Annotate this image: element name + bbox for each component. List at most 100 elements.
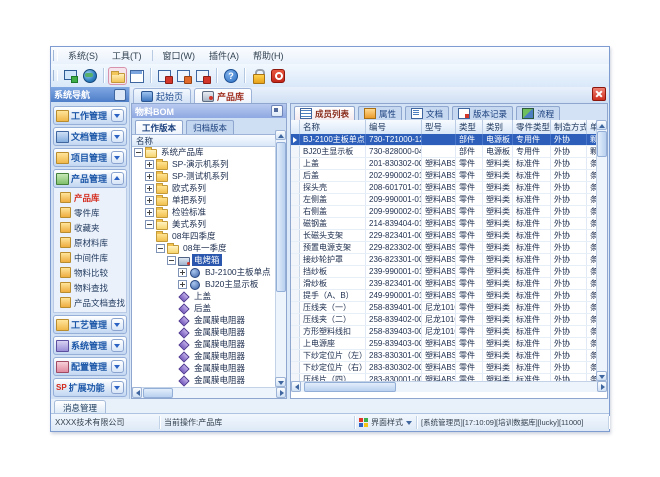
members-tab[interactable]: 成员列表: [294, 106, 355, 120]
table-row[interactable]: 预置电源支架229-823302-00X塑料ABS零件塑料类标准件外协条: [291, 242, 598, 254]
sidebar-group-header[interactable]: 项目管理: [53, 148, 127, 167]
column-header[interactable]: 型号: [422, 120, 456, 134]
sidebar-collapse-button[interactable]: [114, 89, 126, 101]
tree-node[interactable]: 上盖: [132, 290, 275, 302]
menu-item[interactable]: 帮助(H): [246, 48, 291, 63]
column-header[interactable]: 零件类型: [513, 120, 551, 134]
members-tab[interactable]: 文档: [405, 106, 449, 120]
win-note-icon[interactable]: [175, 68, 192, 84]
table-horizontal-scrollbar[interactable]: [291, 381, 607, 392]
table-row[interactable]: 提手（A、B）249-990001-01X塑料ABS零件塑料类标准件外协条: [291, 290, 598, 302]
table-row[interactable]: 压线夹（二）258-839402-00X尼龙1010零件塑料类标准件外协条: [291, 314, 598, 326]
table-row[interactable]: BJ-2100主板单点730-T21000-12X部件电源板专用件外协颗: [291, 134, 598, 146]
sidebar-item[interactable]: 产品库: [54, 190, 126, 205]
tree-node[interactable]: 单把系列: [132, 194, 275, 206]
scroll-down-icon[interactable]: [596, 371, 607, 381]
scroll-left-icon[interactable]: [291, 381, 301, 392]
expander-plus-icon[interactable]: [178, 280, 187, 289]
chevron-down-icon[interactable]: [111, 318, 124, 331]
table-row[interactable]: BJ20主显示板730-828000-04X部件电源板专用件外协颗: [291, 146, 598, 158]
tree-node[interactable]: 08年一季度: [132, 242, 275, 254]
table-row[interactable]: 方形塑料线扣258-839403-00X尼龙1010零件塑料类标准件外协条: [291, 326, 598, 338]
table-row[interactable]: 下纱定位片（右）283-830302-00X塑料ABS零件塑料类标准件外协条: [291, 362, 598, 374]
tree-horizontal-scrollbar[interactable]: [132, 387, 286, 398]
chevron-down-icon[interactable]: [111, 381, 124, 394]
help-icon[interactable]: [222, 68, 239, 84]
chevron-down-icon[interactable]: [111, 360, 124, 373]
scroll-right-icon[interactable]: [276, 387, 286, 398]
sidebar-group-header[interactable]: 工作管理: [53, 106, 127, 125]
scroll-up-icon[interactable]: [275, 130, 286, 140]
tree-node[interactable]: 金属膜电阻器: [132, 374, 275, 386]
bom-tab[interactable]: 工作版本: [135, 120, 183, 134]
menu-item[interactable]: 窗口(W): [156, 48, 203, 63]
table-row[interactable]: 滑纱板239-823401-00X塑料ABS零件塑料类标准件外协条: [291, 278, 598, 290]
chevron-down-icon[interactable]: [111, 130, 124, 143]
scroll-down-icon[interactable]: [275, 377, 286, 387]
chevron-down-icon[interactable]: [111, 109, 124, 122]
sidebar-group-header[interactable]: SP扩展功能: [53, 378, 127, 397]
expander-minus-icon[interactable]: [134, 148, 143, 157]
win-run-icon[interactable]: [194, 68, 211, 84]
table-row[interactable]: 压线夹（一）258-839401-00X尼龙1010零件塑料类标准件外协条: [291, 302, 598, 314]
tree-node[interactable]: 08年四季度: [132, 230, 275, 242]
sidebar-item[interactable]: 原材料库: [54, 235, 126, 250]
sidebar-item[interactable]: 零件库: [54, 205, 126, 220]
tree-vertical-scrollbar[interactable]: [275, 130, 286, 387]
sidebar-group-header[interactable]: 产品管理: [53, 169, 127, 188]
folder-icon[interactable]: [109, 68, 126, 84]
column-header[interactable]: 制造方式: [551, 120, 587, 134]
tree-node[interactable]: 金属膜电阻器: [132, 350, 275, 362]
ui-style-selector[interactable]: 界面样式: [355, 416, 417, 429]
sidebar-item[interactable]: 物料查找: [54, 280, 126, 295]
computer-icon[interactable]: [62, 68, 79, 84]
layout-icon[interactable]: [128, 68, 145, 84]
table-row[interactable]: 挡纱板239-990001-01X塑料ABS零件塑料类标准件外协条: [291, 266, 598, 278]
power-icon[interactable]: [269, 68, 286, 84]
tree-node[interactable]: 美式系列: [132, 218, 275, 230]
column-header[interactable]: 类型: [456, 120, 483, 134]
tree-node[interactable]: 系统产品库: [132, 146, 275, 158]
expander-minus-icon[interactable]: [167, 256, 176, 265]
column-header[interactable]: 名称: [300, 120, 366, 134]
chevron-up-icon[interactable]: [111, 172, 124, 185]
expander-plus-icon[interactable]: [178, 268, 187, 277]
table-hscroll-thumb[interactable]: [304, 382, 396, 392]
chevron-down-icon[interactable]: [111, 339, 124, 352]
table-row[interactable]: 后盖202-990002-01X塑料ABS零件塑料类标准件外协条: [291, 170, 598, 182]
table-row[interactable]: 磁钢盖214-839404-01X塑料ABS零件塑料类标准件外协条: [291, 218, 598, 230]
table-vertical-scrollbar[interactable]: [596, 120, 607, 381]
tree-node[interactable]: SP-演示机系列: [132, 158, 275, 170]
tree-node[interactable]: 欧式系列: [132, 182, 275, 194]
pin-icon[interactable]: [271, 105, 283, 117]
sidebar-item[interactable]: 物料比较: [54, 265, 126, 280]
globe-icon[interactable]: [81, 68, 98, 84]
expander-plus-icon[interactable]: [145, 172, 154, 181]
tree-node[interactable]: BJ-2100主板单点: [132, 266, 275, 278]
tree-node[interactable]: 金属膜电阻器: [132, 314, 275, 326]
members-tab[interactable]: 流程: [516, 106, 560, 120]
menu-item[interactable]: 插件(A): [202, 48, 246, 63]
scroll-up-icon[interactable]: [596, 120, 607, 130]
doc-tab[interactable]: 起始页: [133, 88, 191, 103]
sidebar-group-header[interactable]: 文档管理: [53, 127, 127, 146]
tree-vscroll-thumb[interactable]: [276, 142, 286, 292]
menu-item[interactable]: 工具(T): [105, 48, 149, 63]
close-tab-button[interactable]: [592, 87, 606, 101]
chevron-down-icon[interactable]: [111, 151, 124, 164]
table-row[interactable]: 右侧盖209-990002-01X塑料ABS零件塑料类标准件外协条: [291, 206, 598, 218]
table-vscroll-thumb[interactable]: [597, 131, 607, 157]
table-row[interactable]: 上电源座259-839403-00X塑料ABS零件塑料类标准件外协条: [291, 338, 598, 350]
column-header[interactable]: 类别: [483, 120, 513, 134]
column-header[interactable]: 编号: [366, 120, 422, 134]
tree-node[interactable]: SP-测试机系列: [132, 170, 275, 182]
expander-plus-icon[interactable]: [145, 160, 154, 169]
table-row[interactable]: 探头壳208-601701-01X塑料ABS零件塑料类标准件外协条: [291, 182, 598, 194]
sidebar-item[interactable]: 收藏夹: [54, 220, 126, 235]
expander-plus-icon[interactable]: [145, 208, 154, 217]
tree-node[interactable]: 金属膜电阻器: [132, 326, 275, 338]
lock-icon[interactable]: [250, 68, 267, 84]
sidebar-group-header[interactable]: 系统管理: [53, 336, 127, 355]
menu-item[interactable]: 系统(S): [61, 48, 105, 63]
doc-tab[interactable]: 产品库: [194, 88, 252, 103]
